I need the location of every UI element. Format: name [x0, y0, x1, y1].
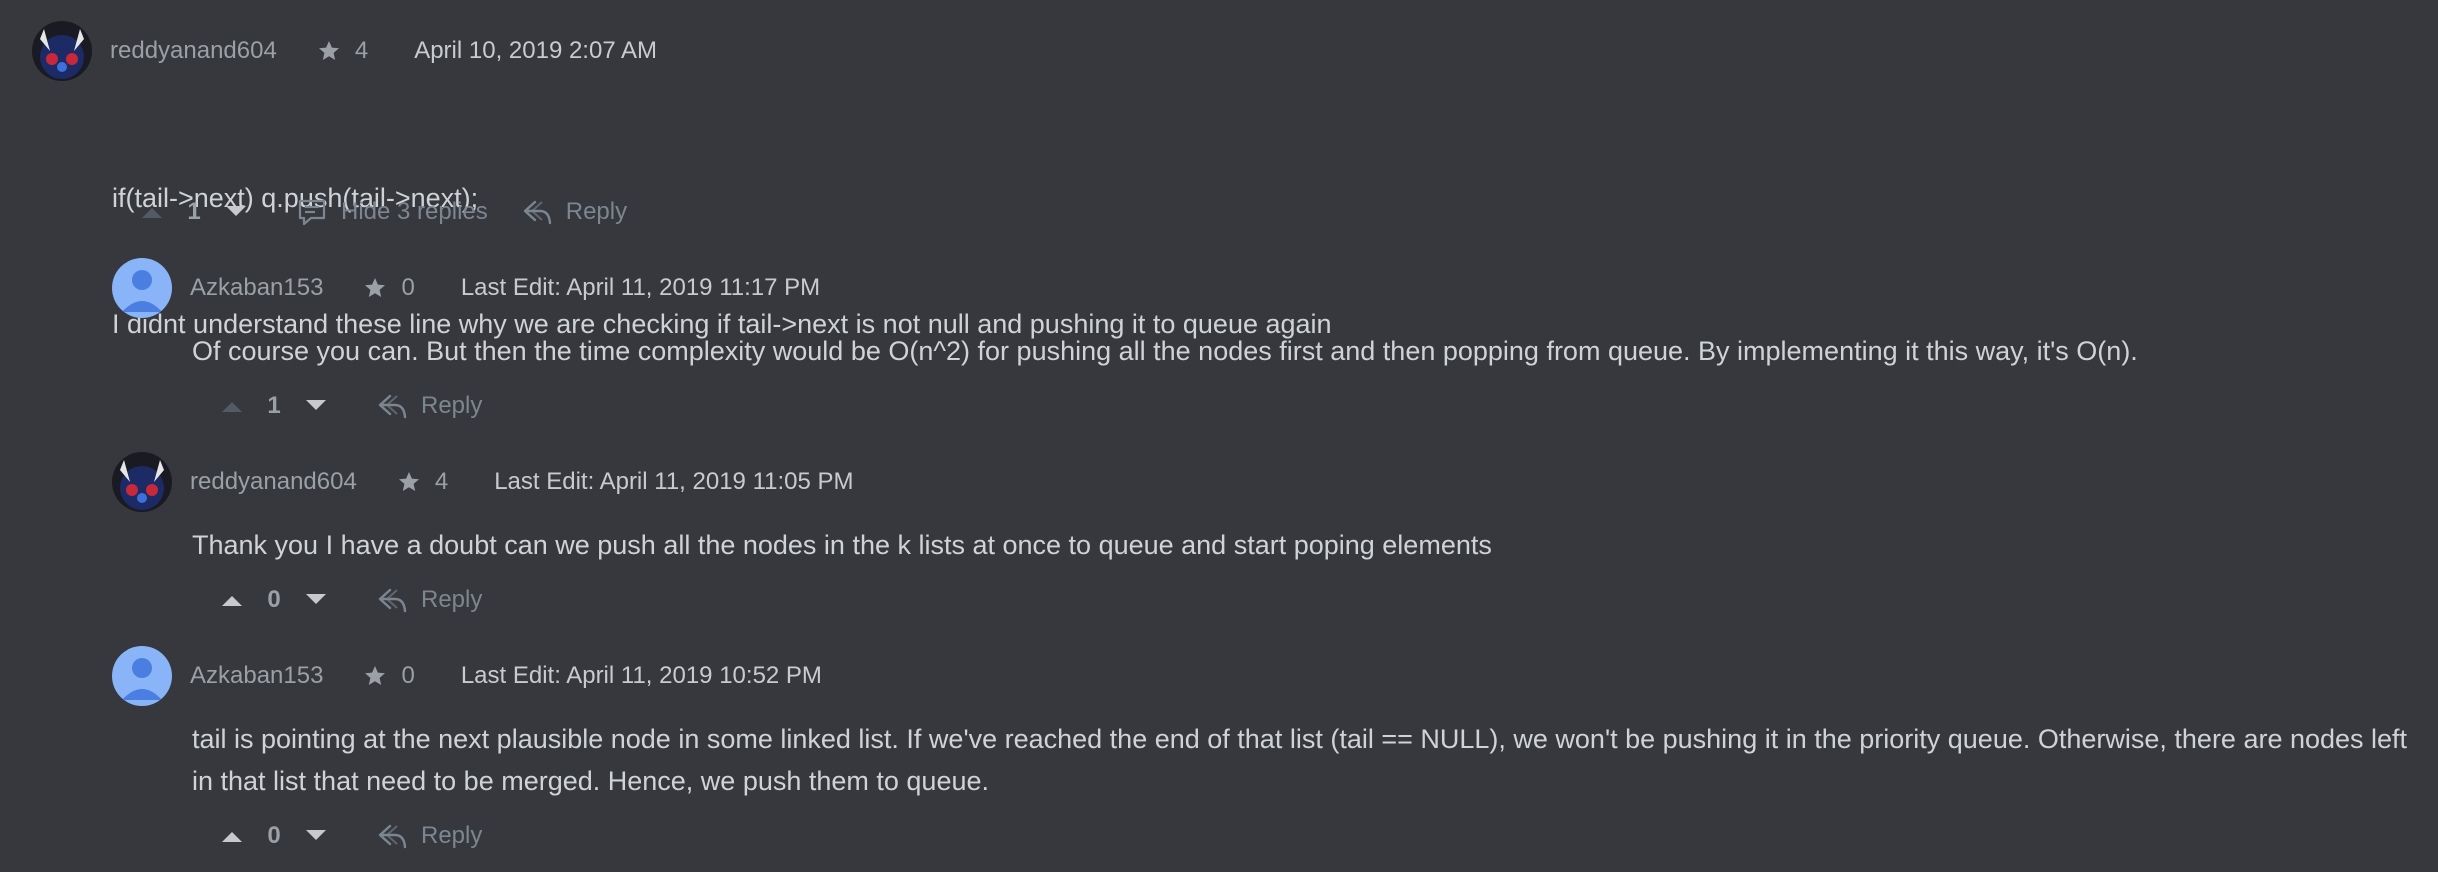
downvote-arrow-icon	[306, 830, 326, 840]
downvote-arrow-icon	[306, 400, 326, 410]
reply-header: Azkaban153 0 Last Edit: April 11, 2019 1…	[112, 257, 820, 319]
upvote-arrow-icon	[222, 832, 242, 842]
hide-replies-label: Hide 3 replies	[341, 198, 488, 225]
reply-body: Of course you can. But then the time com…	[192, 336, 2138, 366]
timestamp: April 10, 2019 2:07 AM	[414, 37, 658, 64]
default-user-avatar-icon	[112, 646, 172, 706]
downvote-button[interactable]	[301, 391, 331, 421]
dark-character-avatar-icon	[112, 452, 172, 512]
reply-label: Reply	[421, 822, 483, 849]
star-icon	[398, 472, 419, 491]
reply-label: Reply	[421, 586, 483, 613]
reply-button[interactable]: Reply	[377, 822, 482, 850]
reply-actions: 1 Reply	[217, 386, 482, 426]
vote-count: 0	[267, 822, 281, 849]
downvote-arrow-icon	[226, 206, 246, 216]
username[interactable]: reddyanand604	[190, 468, 357, 496]
timestamp: Last Edit: April 11, 2019 10:52 PM	[460, 662, 822, 689]
star-count: 0	[401, 662, 415, 689]
reputation-stars: 4	[397, 468, 448, 496]
star-icon	[318, 41, 339, 60]
reply-button[interactable]: Reply	[377, 586, 482, 614]
reputation-stars: 0	[363, 274, 415, 302]
username[interactable]: reddyanand604	[110, 37, 277, 65]
reply-icon	[523, 200, 551, 225]
avatar[interactable]	[112, 452, 172, 512]
default-user-avatar-icon	[112, 258, 172, 318]
username[interactable]: Azkaban153	[190, 662, 323, 690]
star-icon	[365, 666, 386, 685]
star-icon	[365, 278, 386, 297]
downvote-arrow-icon	[306, 594, 326, 604]
upvote-arrow-icon	[222, 596, 242, 606]
reply-body: Thank you I have a doubt can we push all…	[192, 530, 1492, 560]
upvote-button[interactable]	[137, 197, 167, 227]
star-count: 0	[401, 274, 415, 301]
reputation-stars: 0	[363, 662, 415, 690]
reply-icon	[378, 394, 407, 419]
reply-button[interactable]: Reply	[522, 198, 627, 226]
downvote-button[interactable]	[301, 585, 331, 615]
upvote-button[interactable]	[217, 585, 247, 615]
star-count: 4	[434, 468, 449, 495]
star-count: 4	[354, 37, 369, 64]
downvote-button[interactable]	[221, 197, 251, 227]
reputation-stars: 4	[317, 37, 368, 65]
upvote-arrow-icon	[222, 402, 242, 412]
comment-thread: reddyanand604 4 April 10, 2019 2:07 AM i…	[0, 0, 2438, 872]
comment-actions: 1 Hide 3 replies Reply	[137, 192, 627, 232]
reply-label: Reply	[565, 198, 628, 225]
reply-header: Azkaban153 0 Last Edit: April 11, 2019 1…	[112, 645, 822, 707]
vote-count: 1	[267, 392, 281, 419]
reply-actions: 0 Reply	[217, 816, 482, 856]
reply-button[interactable]: Reply	[377, 392, 482, 420]
downvote-button[interactable]	[301, 821, 331, 851]
upvote-arrow-icon	[142, 208, 162, 218]
vote-count: 0	[267, 586, 281, 613]
reply-header: reddyanand604 4 Last Edit: April 11, 201…	[112, 451, 854, 513]
reply-actions: 0 Reply	[217, 580, 482, 620]
reply-label: Reply	[421, 392, 483, 419]
reply-icon	[378, 824, 407, 849]
avatar[interactable]	[112, 646, 172, 706]
hide-replies-button[interactable]: Hide 3 replies	[297, 197, 488, 227]
timestamp: Last Edit: April 11, 2019 11:05 PM	[494, 468, 854, 495]
timestamp: Last Edit: April 11, 2019 11:17 PM	[460, 274, 821, 301]
comment-icon	[298, 199, 326, 226]
avatar[interactable]	[112, 258, 172, 318]
username[interactable]: Azkaban153	[190, 274, 323, 302]
upvote-button[interactable]	[217, 391, 247, 421]
vote-count: 1	[187, 198, 201, 225]
avatar[interactable]	[32, 21, 92, 81]
upvote-button[interactable]	[217, 821, 247, 851]
reply-icon	[378, 588, 407, 613]
dark-character-avatar-icon	[32, 21, 92, 81]
comment-header: reddyanand604 4 April 10, 2019 2:07 AM	[32, 20, 657, 82]
reply-body: tail is pointing at the next plausible n…	[192, 724, 2415, 796]
